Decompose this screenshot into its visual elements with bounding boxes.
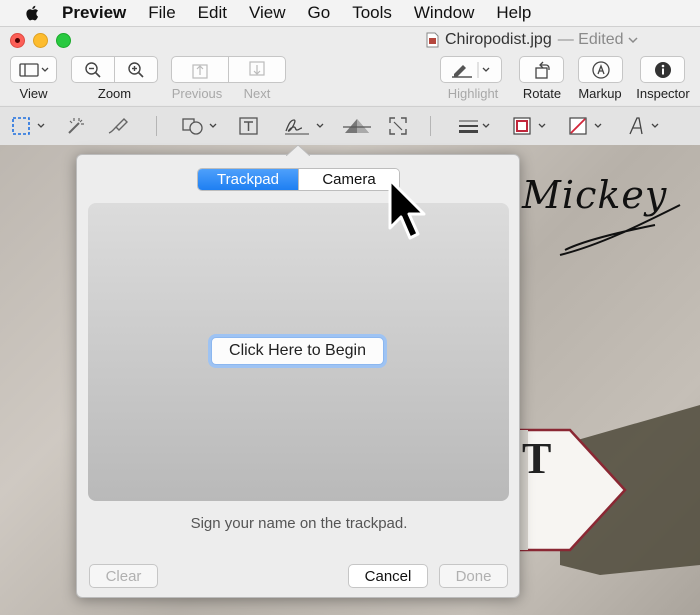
markup-icon [591, 60, 610, 79]
inspector-button[interactable] [640, 56, 685, 83]
signature-drawing-area[interactable]: Click Here to Begin [88, 203, 509, 501]
view-label: View [19, 86, 48, 101]
shapes-icon [182, 118, 217, 135]
window-title-bar: Chiropodist.jpg — Edited [0, 27, 700, 53]
document-title-text: Chiropodist.jpg [445, 31, 552, 48]
text-style-button[interactable] [627, 116, 665, 136]
zoom-out-button[interactable] [71, 56, 115, 83]
menu-go[interactable]: Go [308, 3, 331, 23]
next-icon [249, 60, 265, 76]
menu-edit[interactable]: Edit [198, 3, 227, 23]
highlight-icon [452, 61, 490, 78]
instruction-text: Sign your name on the trackpad. [190, 515, 408, 532]
zoom-in-button[interactable] [114, 56, 158, 83]
zoom-label: Zoom [97, 86, 132, 101]
clear-button[interactable]: Clear [89, 564, 158, 588]
inspector-label: Inspector [636, 86, 690, 101]
menu-view[interactable]: View [249, 3, 286, 23]
next-label: Next [243, 86, 271, 101]
adjust-size-button[interactable] [388, 116, 408, 136]
font-icon [629, 117, 659, 135]
rotate-icon [534, 61, 550, 79]
markup-label: Markup [578, 86, 622, 101]
adjust-size-icon [389, 117, 407, 135]
menu-window[interactable]: Window [414, 3, 474, 23]
cancel-button[interactable]: Cancel [348, 564, 428, 588]
menu-app-name[interactable]: Preview [62, 3, 126, 23]
menu-tools[interactable]: Tools [352, 3, 392, 23]
minimize-window-button[interactable] [33, 33, 48, 48]
document-edited-status: — Edited [557, 31, 624, 48]
fill-color-button[interactable] [568, 116, 606, 136]
markup-button[interactable] [578, 56, 623, 83]
rect-select-icon [12, 117, 45, 135]
signature-button[interactable] [283, 116, 329, 136]
close-window-button[interactable] [10, 33, 25, 48]
adjust-color-icon [343, 119, 371, 133]
input-source-segmented-control: Trackpad Camera [197, 168, 400, 191]
next-button[interactable] [228, 56, 286, 83]
text-button[interactable] [238, 116, 260, 136]
markup-toolbar [0, 106, 700, 146]
mouse-cursor-icon [388, 178, 426, 240]
adjust-color-button[interactable] [343, 116, 371, 136]
rotate-label: Rotate [522, 86, 562, 101]
text-icon [239, 117, 258, 135]
inspector-icon [654, 61, 671, 78]
chevron-down-icon [628, 37, 638, 44]
fill-color-icon [569, 117, 602, 135]
instant-alpha-button[interactable] [64, 116, 86, 136]
menu-file[interactable]: File [148, 3, 175, 23]
document-file-icon [426, 32, 439, 48]
instant-alpha-icon [68, 118, 84, 134]
shapes-button[interactable] [181, 116, 221, 136]
line-style-icon [459, 120, 490, 133]
zoom-out-icon [85, 61, 101, 78]
previous-icon [192, 63, 208, 79]
zoom-window-button[interactable] [56, 33, 71, 48]
zoom-in-icon [128, 61, 144, 78]
apple-icon[interactable] [24, 4, 42, 22]
view-menu-button[interactable] [10, 56, 57, 83]
click-to-begin-button[interactable]: Click Here to Begin [211, 337, 384, 365]
popover-arrow [286, 145, 310, 156]
document-title[interactable]: Chiropodist.jpg — Edited [426, 31, 638, 49]
sidebar-icon [18, 62, 48, 77]
tab-trackpad[interactable]: Trackpad [198, 169, 298, 190]
selection-tool-button[interactable] [11, 116, 49, 136]
previous-button[interactable] [171, 56, 229, 83]
tab-camera[interactable]: Camera [298, 169, 399, 190]
line-style-button[interactable] [458, 116, 494, 136]
highlight-label: Highlight [447, 86, 499, 101]
menu-bar: Preview File Edit View Go Tools Window H… [0, 0, 700, 27]
previous-label: Previous [171, 86, 223, 101]
signature-icon [285, 119, 324, 135]
sketch-button[interactable] [106, 116, 132, 136]
sketch-icon [108, 118, 128, 134]
border-color-button[interactable] [512, 116, 550, 136]
menu-help[interactable]: Help [496, 3, 531, 23]
signature-on-image: Mickey [522, 173, 668, 217]
rotate-button[interactable] [519, 56, 564, 83]
border-color-icon [513, 117, 546, 135]
signature-popover: Trackpad Camera Click Here to Begin Sign… [76, 145, 520, 598]
done-button[interactable]: Done [439, 564, 508, 588]
sign-letter: T [522, 434, 552, 483]
highlight-button[interactable] [440, 56, 502, 83]
main-toolbar: View Zoom Previous Next Highlight Rotate… [0, 53, 700, 105]
